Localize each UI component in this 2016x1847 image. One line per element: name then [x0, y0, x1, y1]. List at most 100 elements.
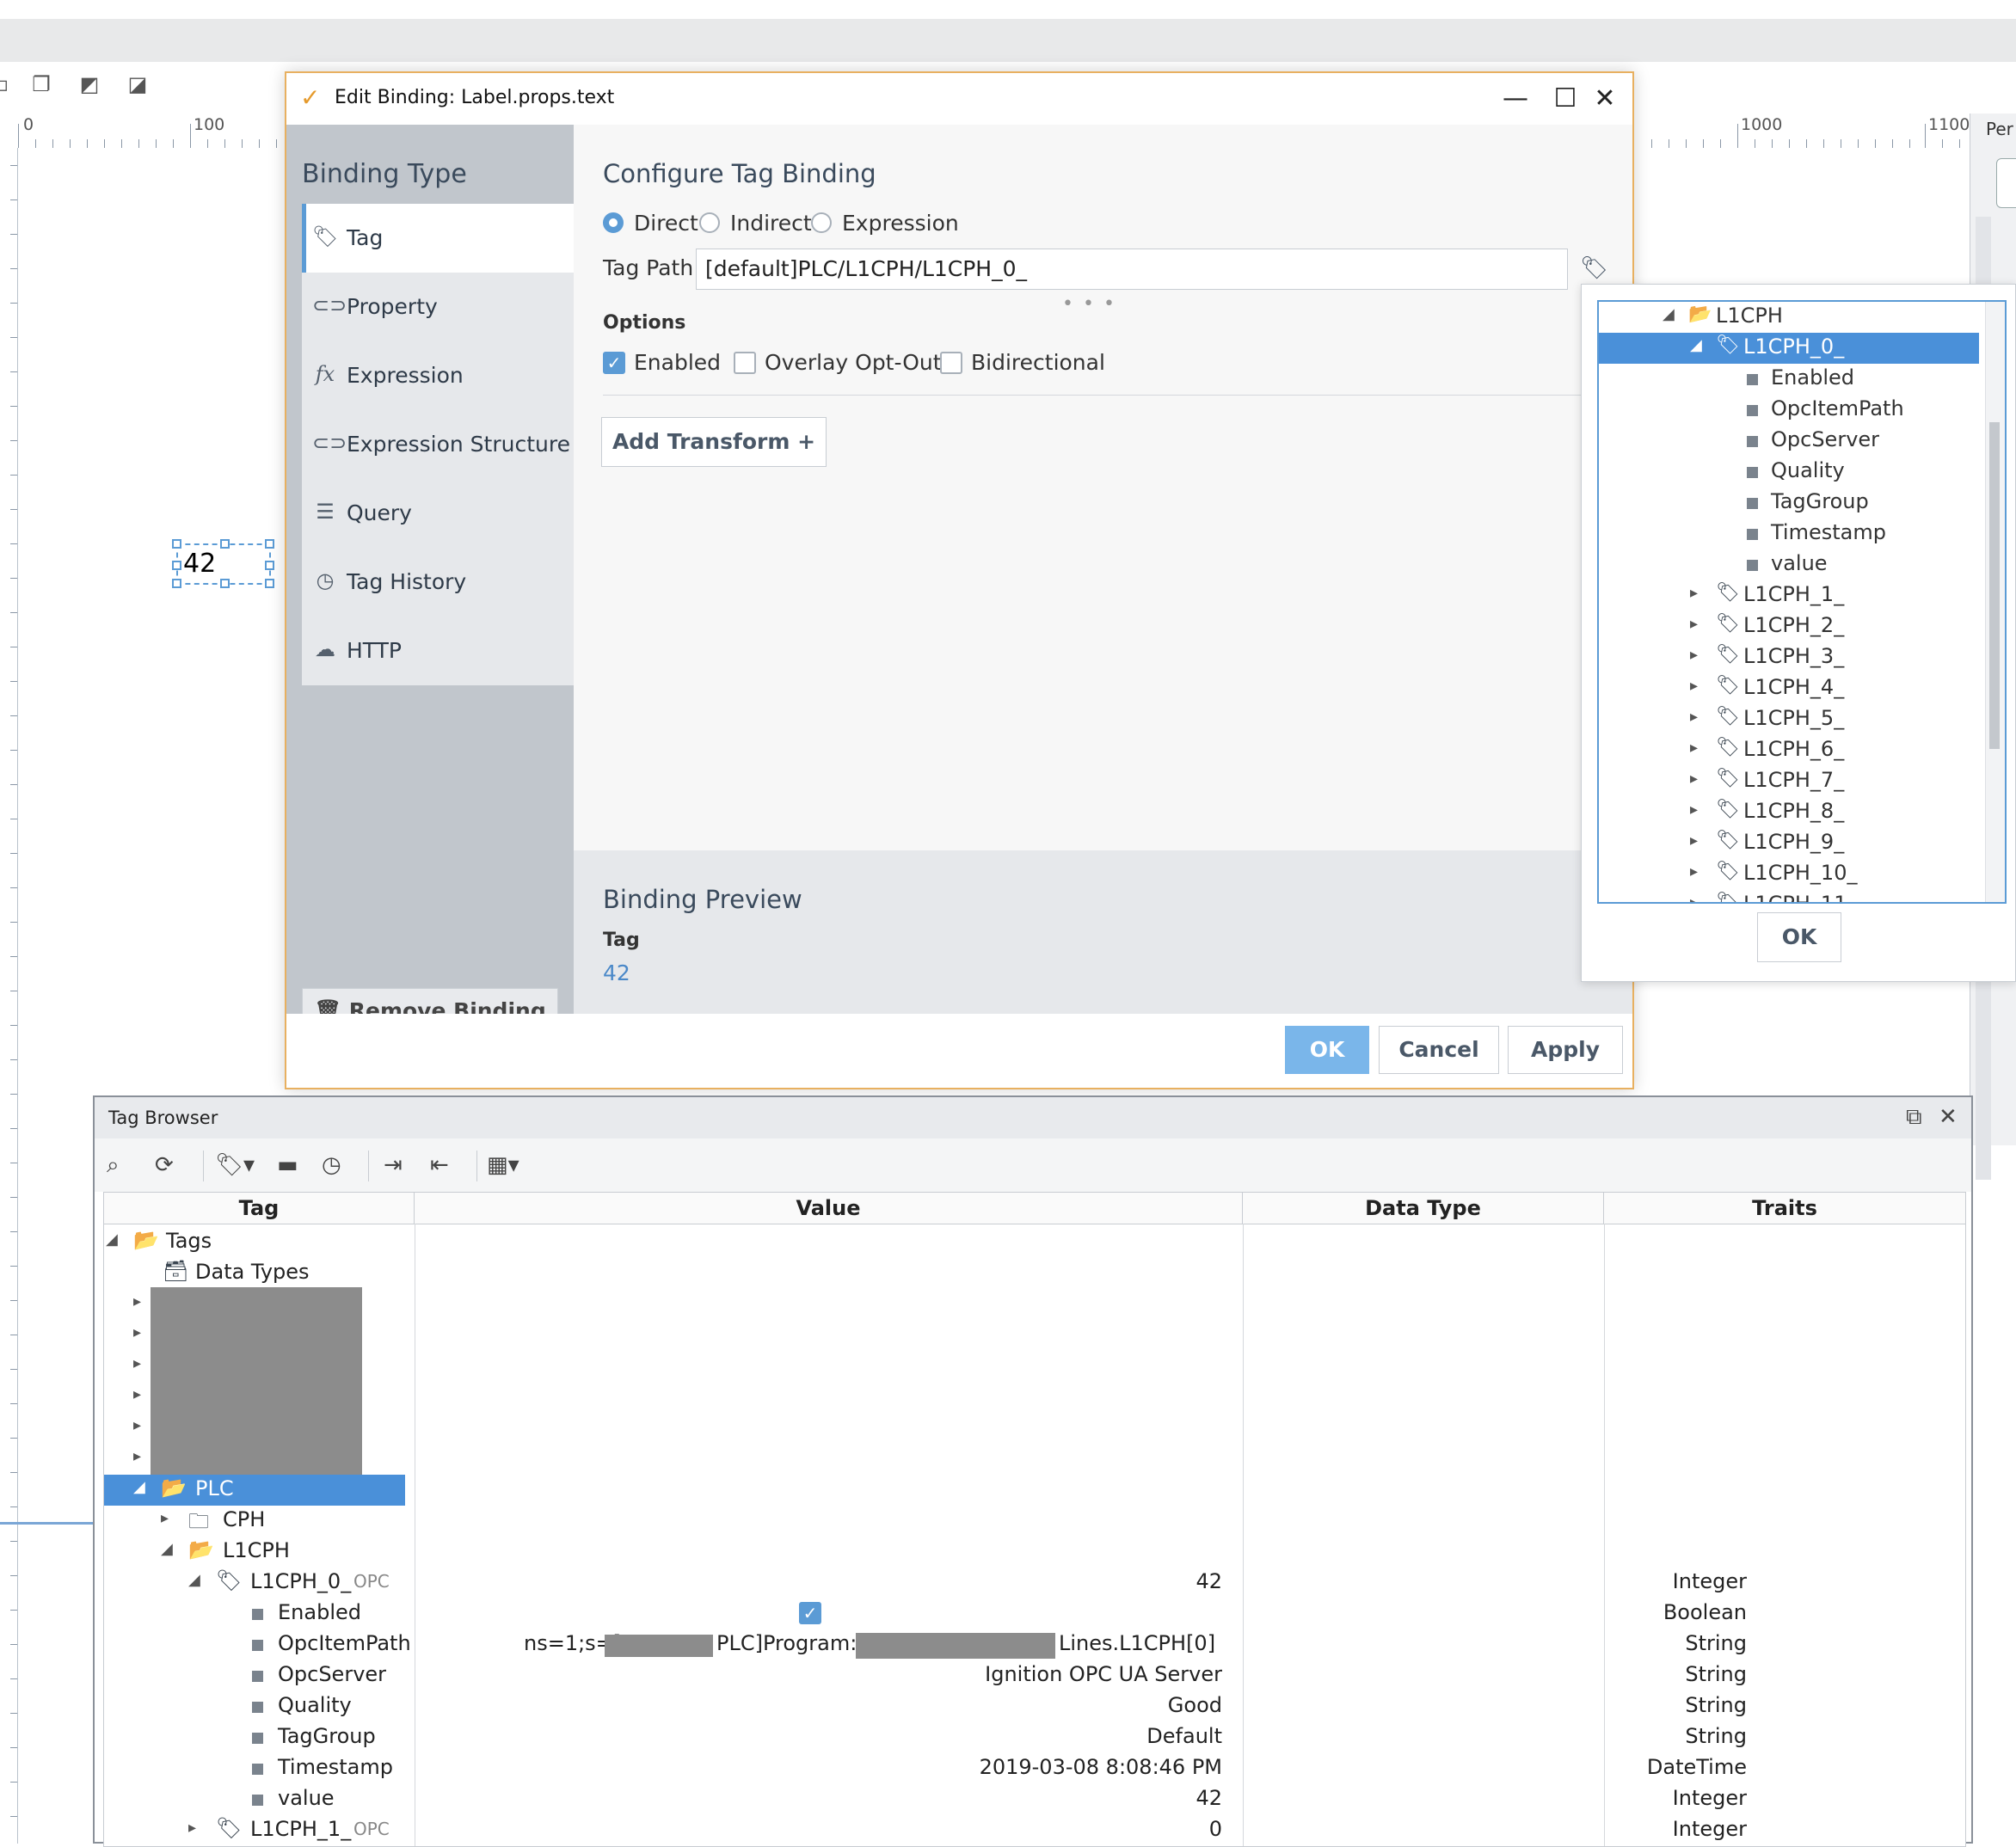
tree-item-property[interactable]: Quality — [1599, 457, 1979, 488]
collapsed-arrow-icon[interactable]: ▸ — [1690, 739, 1698, 757]
column-header-value[interactable]: Value — [415, 1193, 1243, 1224]
table-row[interactable]: ▸ — [104, 1382, 1965, 1413]
property-search-box[interactable] — [1996, 158, 2016, 208]
table-row[interactable]: ▸ — [104, 1289, 1965, 1320]
binding-type-tag[interactable]: 🏷 Tag — [302, 204, 574, 273]
radio-dot[interactable] — [811, 212, 832, 233]
maximize-icon[interactable]: ☐ — [1546, 80, 1585, 118]
table-row[interactable]: Quality Good String — [104, 1691, 1965, 1722]
expanded-arrow-icon[interactable]: ◢ — [1690, 336, 1702, 354]
scrollbar-thumb[interactable] — [1989, 422, 2000, 749]
collapsed-arrow-icon[interactable]: ▸ — [133, 1292, 141, 1310]
expanded-arrow-icon[interactable]: ◢ — [106, 1230, 118, 1249]
resize-handle[interactable] — [172, 561, 181, 570]
close-icon[interactable]: ✕ — [1585, 80, 1625, 118]
table-row[interactable]: ▸ 🏷 L1CPH_1_ OPC 0 Integer — [104, 1815, 1965, 1846]
tree-item-tag[interactable]: ▸ 🏷 L1CPH_6_ — [1599, 735, 1979, 766]
tree-item-tag[interactable]: ▸ 🏷 L1CPH_4_ — [1599, 673, 1979, 704]
resize-handle[interactable] — [220, 539, 230, 549]
splitter-handle[interactable]: • • • — [1062, 293, 1116, 315]
radio-dot[interactable] — [699, 212, 720, 233]
checkbox-box[interactable] — [940, 352, 962, 374]
collapsed-arrow-icon[interactable]: ▸ — [1690, 893, 1698, 902]
binding-type-tag-history[interactable]: ◷ Tag History — [302, 548, 574, 617]
tag-tree[interactable]: ◢ 📂 L1CPH ◢ 🏷 L1CPH_0_ Enabled OpcItemPa… — [1597, 300, 2007, 904]
tree-item-tag[interactable]: ▸ 🏷 L1CPH_5_ — [1599, 704, 1979, 735]
dialog-titlebar[interactable]: ✓ Edit Binding: Label.props.text — ☐ ✕ — [286, 73, 1632, 126]
column-header-data-type[interactable]: Data Type — [1243, 1193, 1604, 1224]
table-row[interactable]: value 42 Integer — [104, 1784, 1965, 1815]
ok-button[interactable]: OK — [1285, 1026, 1369, 1074]
collapsed-arrow-icon[interactable]: ▸ — [1690, 831, 1698, 850]
collapsed-arrow-icon[interactable]: ▸ — [133, 1354, 141, 1372]
opc-browse-icon[interactable]: ▬ — [277, 1152, 298, 1178]
radio-dot[interactable] — [603, 212, 624, 233]
refresh-icon[interactable]: ⟳ — [155, 1152, 174, 1178]
table-row[interactable]: 🗃 Data Types — [104, 1258, 1965, 1289]
table-row[interactable]: ◢ 📂 Tags — [104, 1227, 1965, 1258]
checkmark-icon[interactable]: ✓ — [603, 352, 625, 374]
expanded-arrow-icon[interactable]: ◢ — [1663, 305, 1675, 323]
collapsed-arrow-icon[interactable]: ▸ — [1690, 770, 1698, 788]
table-row[interactable]: ◢ 📂 L1CPH — [104, 1537, 1965, 1568]
add-tag-dropdown-icon[interactable]: 🏷▾ — [215, 1152, 255, 1178]
expanded-arrow-icon[interactable]: ◢ — [161, 1540, 173, 1558]
table-row[interactable]: ▸ — [104, 1320, 1965, 1351]
collapsed-arrow-icon[interactable]: ▸ — [133, 1385, 141, 1403]
tree-item-tag[interactable]: ▸ 🏷 L1CPH_2_ — [1599, 611, 1979, 642]
tree-item-tag[interactable]: ▸ 🏷 L1CPH_10_ — [1599, 859, 1979, 890]
tree-item-property[interactable]: OpcItemPath — [1599, 395, 1979, 426]
resize-handle[interactable] — [265, 539, 274, 549]
tree-item-property[interactable]: Enabled — [1599, 364, 1979, 395]
tag-browse-icon[interactable]: 🏷 — [1580, 255, 1608, 281]
tree-item-folder[interactable]: ◢ 📂 L1CPH — [1599, 302, 1979, 333]
collapsed-arrow-icon[interactable]: ▸ — [133, 1416, 141, 1434]
tree-item-tag-selected[interactable]: ◢ 🏷 L1CPH_0_ — [1599, 333, 1979, 364]
tree-item-tag[interactable]: ▸ 🏷 L1CPH_3_ — [1599, 642, 1979, 673]
float-panel-icon[interactable]: ⧉ — [1906, 1104, 1922, 1131]
expanded-arrow-icon[interactable]: ◢ — [133, 1478, 145, 1496]
collapsed-arrow-icon[interactable]: ▸ — [1690, 646, 1698, 664]
collapsed-arrow-icon[interactable]: ▸ — [188, 1819, 196, 1837]
table-view-dropdown-icon[interactable]: ▦▾ — [487, 1152, 519, 1178]
binding-type-expression[interactable]: fx Expression — [302, 341, 574, 410]
table-row-selected[interactable]: ◢ 📂 PLC — [104, 1475, 1965, 1506]
apply-button[interactable]: Apply — [1508, 1026, 1623, 1074]
resize-handle[interactable] — [265, 561, 274, 570]
resize-handle[interactable] — [220, 579, 230, 588]
binding-type-expression-structure[interactable]: ⊂⊃ Expression Structure — [302, 410, 574, 479]
collapsed-arrow-icon[interactable]: ▸ — [133, 1323, 141, 1341]
table-row[interactable]: Enabled ✓ Boolean — [104, 1598, 1965, 1629]
export-icon[interactable]: ⇤ — [430, 1152, 449, 1178]
layer-front-icon[interactable]: ◪ — [126, 72, 150, 96]
collapsed-arrow-icon[interactable]: ▸ — [1690, 801, 1698, 819]
import-icon[interactable]: ⇥ — [384, 1152, 403, 1178]
column-header-tag[interactable]: Tag — [104, 1193, 415, 1224]
tree-scrollbar[interactable] — [1985, 302, 2005, 902]
collapsed-arrow-icon[interactable]: ▸ — [1690, 708, 1698, 726]
table-row[interactable]: ▸ — [104, 1351, 1965, 1382]
tree-item-tag[interactable]: ▸ 🏷 L1CPH_11_ — [1599, 890, 1979, 902]
binding-type-query[interactable]: ☰ Query — [302, 479, 574, 548]
column-header-traits[interactable]: Traits — [1604, 1193, 1965, 1224]
table-row[interactable]: OpcItemPath ns=1;s=[ PLC]Program: Lines.… — [104, 1629, 1965, 1660]
tree-item-tag[interactable]: ▸ 🏷 L1CPH_1_ — [1599, 580, 1979, 611]
binding-type-property[interactable]: ⊂⊃ Property — [302, 273, 574, 341]
tree-item-property[interactable]: Timestamp — [1599, 519, 1979, 549]
label-component[interactable]: 42 — [172, 539, 274, 588]
tree-item-property[interactable]: value — [1599, 549, 1979, 580]
tree-item-tag[interactable]: ▸ 🏷 L1CPH_7_ — [1599, 766, 1979, 797]
resize-handle[interactable] — [172, 579, 181, 588]
layer-back-icon[interactable]: ◩ — [77, 72, 101, 96]
table-row[interactable]: ▸ — [104, 1444, 1965, 1475]
copy-icon[interactable]: ❐ — [29, 72, 53, 96]
table-row[interactable]: ◢ 🏷 L1CPH_0_ OPC 42 Integer — [104, 1568, 1965, 1598]
resize-handle[interactable] — [172, 539, 181, 549]
expanded-arrow-icon[interactable]: ◢ — [188, 1571, 200, 1589]
add-transform-button[interactable]: Add Transform + — [601, 417, 827, 467]
binding-type-http[interactable]: ☁ HTTP — [302, 617, 574, 685]
table-row[interactable]: ▸ — [104, 1413, 1965, 1444]
tag-history-icon[interactable]: ◷ — [322, 1152, 341, 1178]
resize-handle[interactable] — [265, 579, 274, 588]
tag-path-input[interactable]: [default]PLC/L1CPH/L1CPH_0_ — [696, 249, 1568, 290]
